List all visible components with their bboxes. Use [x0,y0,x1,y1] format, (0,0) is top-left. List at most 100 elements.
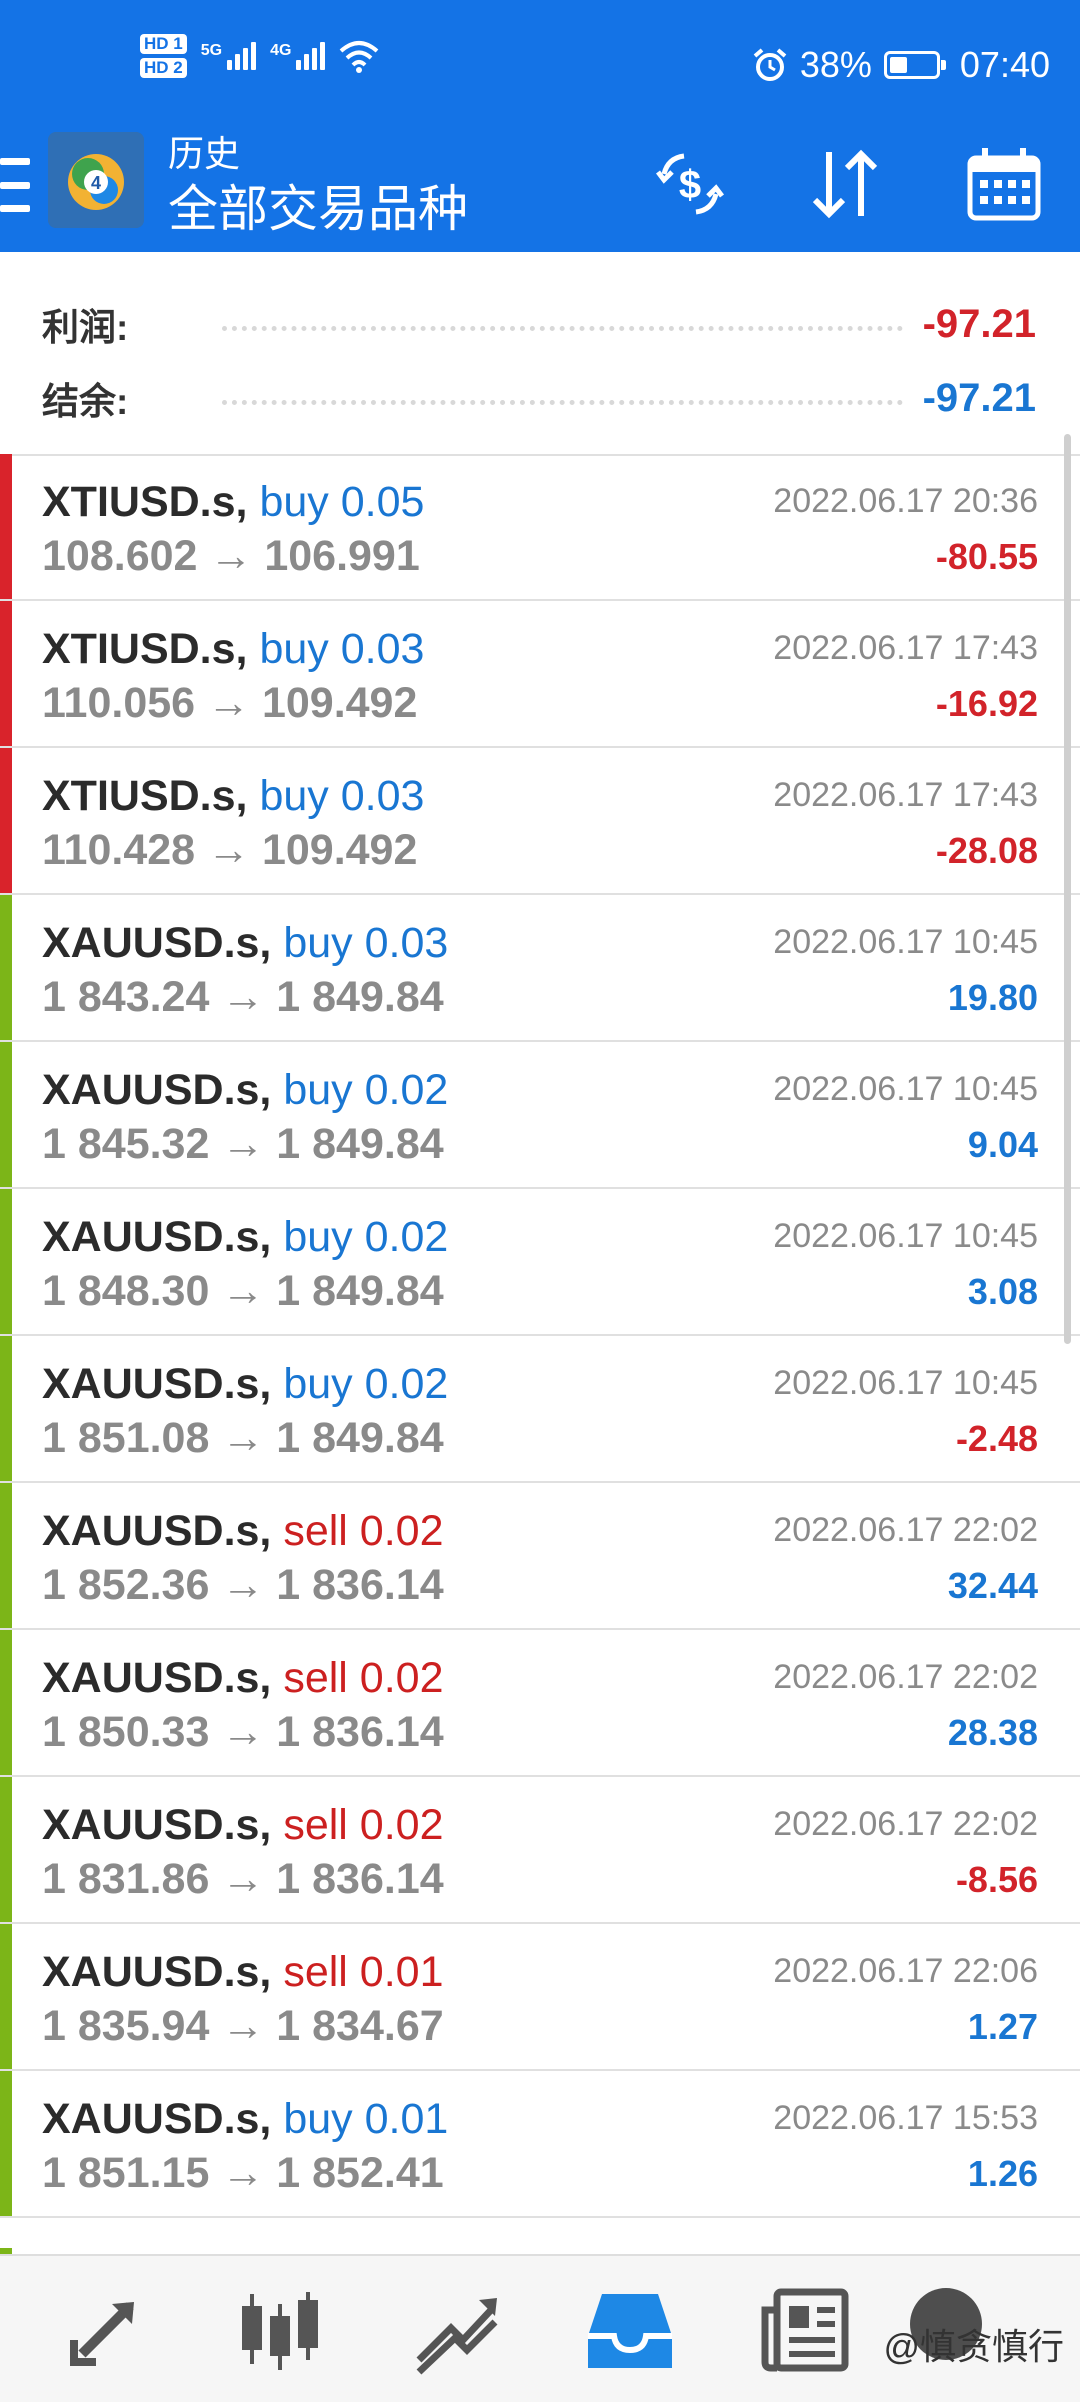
trade-time: 2022.06.17 10:45 [773,1217,1038,1255]
trade-profit: 9.04 [967,1124,1038,1165]
page-subtitle: 历史 [168,133,241,174]
bottom-navigation: @慎贪慎行 [0,2254,1080,2402]
symbol-color-bar [0,895,12,1040]
trade-symbol: XAUUSD.s, [42,1213,272,1261]
trade-row[interactable]: XAUUSD.s, buy 0.02 1 848.30 → 1 849.84 2… [0,1189,1080,1336]
trade-side-volume: sell 0.02 [283,1507,444,1555]
quotes-icon[interactable] [60,2280,160,2380]
trade-title: XAUUSD.s, buy 0.02 [42,1066,448,1115]
trade-prices: 1 851.08 → 1 849.84 [42,1414,444,1462]
trade-symbol: XAUUSD.s, [42,1507,272,1555]
trade-title: XAUUSD.s, buy 0.02 [42,1213,448,1262]
trade-row[interactable]: XTIUSD.s, buy 0.05 108.602 → 106.991 202… [0,454,1080,601]
history-icon[interactable] [580,2280,680,2380]
app-logo[interactable]: 4 [48,132,144,228]
balance-value: -97.21 [922,375,1036,420]
trade-icon[interactable] [405,2280,505,2380]
trade-row[interactable]: XTIUSD.s, buy 0.03 110.428 → 109.492 202… [0,748,1080,895]
trade-side-volume: buy 0.03 [259,625,425,673]
trade-symbol: XTIUSD.s, [42,478,248,526]
currency-exchange-icon[interactable]: $ [650,144,730,224]
svg-text:4: 4 [91,173,101,193]
chart-icon[interactable] [230,2280,330,2380]
status-right: 38% 07:40 [752,44,1050,86]
hd1-badge: HD 1 [140,34,187,54]
trade-symbol: XTIUSD.s, [42,772,248,820]
page-title: 全部交易品种 [168,181,468,237]
trade-row[interactable]: XAUUSD.s, buy 0.03 1 843.24 → 1 849.84 2… [0,895,1080,1042]
news-icon[interactable] [755,2280,855,2380]
trade-prices: 108.602 → 106.991 [42,532,420,580]
trade-profit: 1.26 [967,2153,1038,2194]
trade-side-volume: buy 0.01 [283,2095,449,2143]
dotted-leader [222,325,903,331]
trade-profit: -80.55 [935,536,1038,577]
symbol-color-bar [0,1483,12,1628]
trade-side-volume: buy 0.02 [283,1066,449,1114]
trade-row[interactable]: XAUUSD.s, buy 0.02 1 851.08 → 1 849.84 2… [0,1336,1080,1483]
trade-row[interactable]: XAUUSD.s, sell 0.02 1 831.86 → 1 836.14 … [0,1777,1080,1924]
trade-prices: 110.056 → 109.492 [42,679,418,727]
trade-time: 2022.06.17 10:45 [773,1070,1038,1108]
app-header: HD 1 HD 2 5G 4G 38% 07:40 4 历史 全部交易品种 $ [0,0,1080,252]
trade-prices: 1 831.86 → 1 836.14 [42,1855,444,1903]
trade-row[interactable]: XAUUSD.s, buy 0.01 1 851.15 → 1 852.41 2… [0,2071,1080,2218]
trade-row[interactable]: XTIUSD.s, buy 0.03 110.056 → 109.492 202… [0,601,1080,748]
trade-row[interactable]: XAUUSD.s, sell 0.01 1 835.94 → 1 834.67 … [0,1924,1080,2071]
trade-side-volume: buy 0.02 [283,1360,449,1408]
battery-percent: 38% [799,44,872,85]
trade-row[interactable]: XAUUSD.s, sell 0.02 1 852.36 → 1 836.14 … [0,1483,1080,1630]
hd2-badge: HD 2 [140,58,187,78]
trade-profit: -16.92 [935,683,1038,724]
symbol-color-bar [0,1777,12,1922]
trade-title: XAUUSD.s, sell 0.02 [42,1654,444,1703]
profit-value: -97.21 [922,301,1036,346]
calendar-icon[interactable] [964,144,1044,224]
wifi-icon [340,41,379,73]
trade-time: 2022.06.17 22:06 [773,1952,1038,1990]
trade-title: XAUUSD.s, buy 0.02 [42,1360,448,1409]
watermark-text: @慎贪慎行 [883,2326,1064,2367]
trade-row[interactable]: XAUUSD.s, sell 0.02 1 850.33 → 1 836.14 … [0,1630,1080,1777]
trade-symbol: XTIUSD.s, [42,625,248,673]
trade-side-volume: buy 0.03 [259,772,425,820]
trade-side-volume: sell 0.02 [283,1801,444,1849]
scrollbar[interactable] [1064,434,1071,1344]
title-block[interactable]: 历史 全部交易品种 [168,132,468,242]
watermark: @慎贪慎行 [883,2288,1064,2370]
symbol-color-bar [0,1189,12,1334]
symbol-color-bar [0,1336,12,1481]
symbol-color-bar [0,2071,12,2216]
alarm-icon [753,48,787,81]
trade-history-list: XTIUSD.s, buy 0.05 108.602 → 106.991 202… [0,454,1080,2218]
trade-prices: 1 843.24 → 1 849.84 [42,973,444,1021]
summary-panel: 利润: -97.21 结余: -97.21 [0,252,1080,456]
trade-prices: 1 850.33 → 1 836.14 [42,1708,444,1756]
trade-time: 2022.06.17 17:43 [773,776,1038,814]
sort-icon[interactable] [805,144,885,224]
trade-symbol: XAUUSD.s, [42,1801,272,1849]
trade-profit: -28.08 [935,830,1038,871]
balance-label: 结余: [42,381,129,422]
trade-time: 2022.06.17 10:45 [773,923,1038,961]
clock: 07:40 [959,44,1050,85]
status-bar: HD 1 HD 2 5G 4G 38% 07:40 [0,0,1080,132]
trade-time: 2022.06.17 22:02 [773,1658,1038,1696]
signal-5g-icon: 5G [201,42,257,70]
trade-symbol: XAUUSD.s, [42,2095,272,2143]
trade-row[interactable]: XAUUSD.s, buy 0.02 1 845.32 → 1 849.84 2… [0,1042,1080,1189]
trade-profit: 28.38 [947,1712,1038,1753]
trade-profit: 19.80 [947,977,1038,1018]
status-left: HD 1 HD 2 5G 4G [140,34,379,78]
trade-side-volume: sell 0.01 [283,1948,444,1996]
trade-time: 2022.06.17 22:02 [773,1805,1038,1843]
trade-profit: 3.08 [967,1271,1038,1312]
trade-title: XAUUSD.s, sell 0.02 [42,1507,444,1556]
dotted-leader [222,399,903,405]
symbol-color-bar [0,748,12,893]
symbol-color-bar [0,1042,12,1187]
trade-symbol: XAUUSD.s, [42,1948,272,1996]
trade-side-volume: buy 0.02 [283,1213,449,1261]
trade-symbol: XAUUSD.s, [42,1066,272,1114]
menu-icon[interactable] [0,158,30,212]
